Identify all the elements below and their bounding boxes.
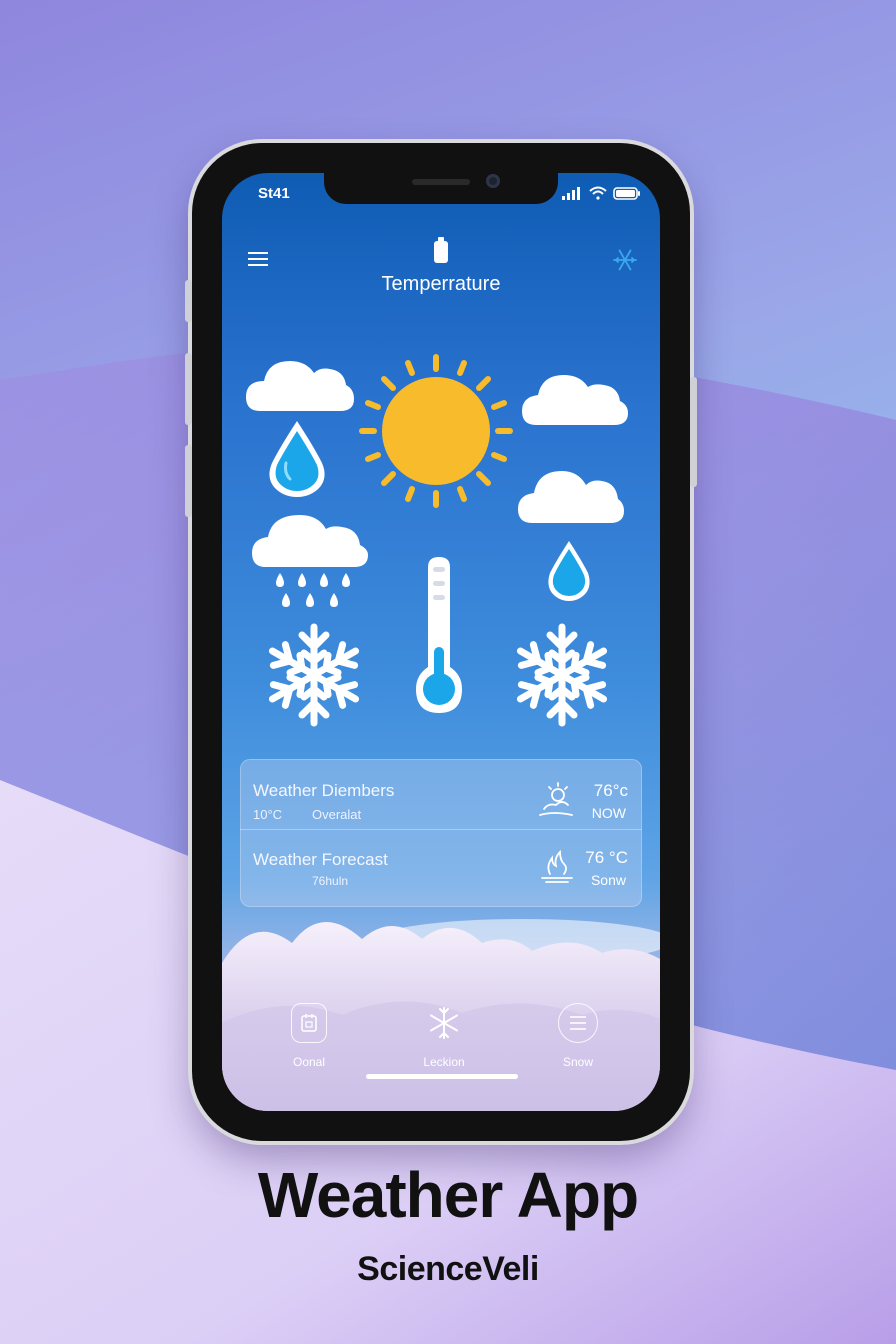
row-temp: 76°c bbox=[593, 781, 628, 800]
row-sub-right: Overalat bbox=[312, 807, 362, 822]
sun-icon bbox=[359, 354, 513, 508]
weather-row[interactable]: Weather Diembers 10°C Overalat 76°c NOW bbox=[240, 759, 642, 829]
nav-item-leckion[interactable]: Leckion bbox=[404, 1003, 484, 1069]
fire-icon bbox=[541, 849, 573, 883]
raindrop-icon bbox=[269, 421, 325, 497]
nav-box bbox=[291, 1003, 327, 1043]
snowflake-icon bbox=[430, 1007, 458, 1039]
raindrop-icon bbox=[548, 541, 590, 601]
front-camera bbox=[486, 174, 500, 188]
volume-down-button bbox=[185, 445, 192, 517]
calendar-icon bbox=[301, 1014, 317, 1032]
app-screen: St41 Temperrature Weather Diembers 10°C … bbox=[222, 173, 660, 1111]
home-indicator[interactable] bbox=[366, 1074, 518, 1079]
notch bbox=[324, 173, 558, 204]
row-title: Weather Diembers bbox=[253, 781, 395, 800]
hamburger-menu-icon[interactable] bbox=[248, 251, 268, 267]
nav-label: Oonal bbox=[292, 1055, 326, 1069]
cloud-icon bbox=[522, 375, 628, 425]
row-sub-left: 76huln bbox=[312, 874, 349, 888]
row-sub-left: 10°C bbox=[253, 807, 283, 822]
brand-name: ScienceVeli bbox=[357, 1250, 539, 1288]
snowflake-icon bbox=[516, 623, 608, 727]
battery-icon bbox=[613, 187, 640, 200]
silent-switch bbox=[185, 280, 192, 322]
page-title: Temperrature bbox=[381, 273, 501, 295]
status-icons bbox=[562, 186, 640, 200]
weather-row[interactable]: Weather Forecast 76huln 76 °C Sonw bbox=[240, 830, 642, 907]
row-label: Sonw bbox=[590, 872, 626, 888]
cloud-icon bbox=[518, 471, 624, 523]
app-title: Weather App bbox=[257, 1159, 639, 1231]
cloud-icon bbox=[246, 361, 354, 411]
weather-card: Weather Diembers 10°C Overalat 76°c NOW … bbox=[240, 759, 642, 907]
nav-item-snow[interactable]: Snow bbox=[538, 1003, 618, 1069]
rain-cloud-icon bbox=[252, 515, 368, 607]
speaker bbox=[412, 179, 470, 185]
partly-sunny-icon bbox=[539, 782, 573, 816]
wifi-icon bbox=[589, 186, 607, 200]
nav-box bbox=[558, 1003, 598, 1043]
phone-frame: St41 Temperrature Weather Diembers 10°C … bbox=[185, 143, 697, 1141]
volume-up-button bbox=[185, 353, 192, 425]
nav-item-oonal[interactable]: Oonal bbox=[269, 1003, 349, 1069]
list-icon bbox=[570, 1016, 586, 1030]
row-title: Weather Forecast bbox=[253, 850, 388, 869]
signal-icon bbox=[562, 187, 580, 200]
power-button bbox=[690, 377, 697, 487]
lock-icon bbox=[434, 237, 448, 263]
status-time: St41 bbox=[258, 185, 290, 202]
nav-box bbox=[426, 1003, 462, 1043]
nav-label: Snow bbox=[562, 1055, 594, 1069]
thermometer-icon bbox=[416, 557, 462, 713]
snowflake-icon bbox=[268, 623, 360, 727]
row-label: NOW bbox=[591, 805, 626, 821]
row-temp: 76 °C bbox=[585, 848, 628, 867]
snowflake-settings-icon[interactable] bbox=[612, 247, 638, 273]
nav-label: Leckion bbox=[423, 1055, 465, 1069]
